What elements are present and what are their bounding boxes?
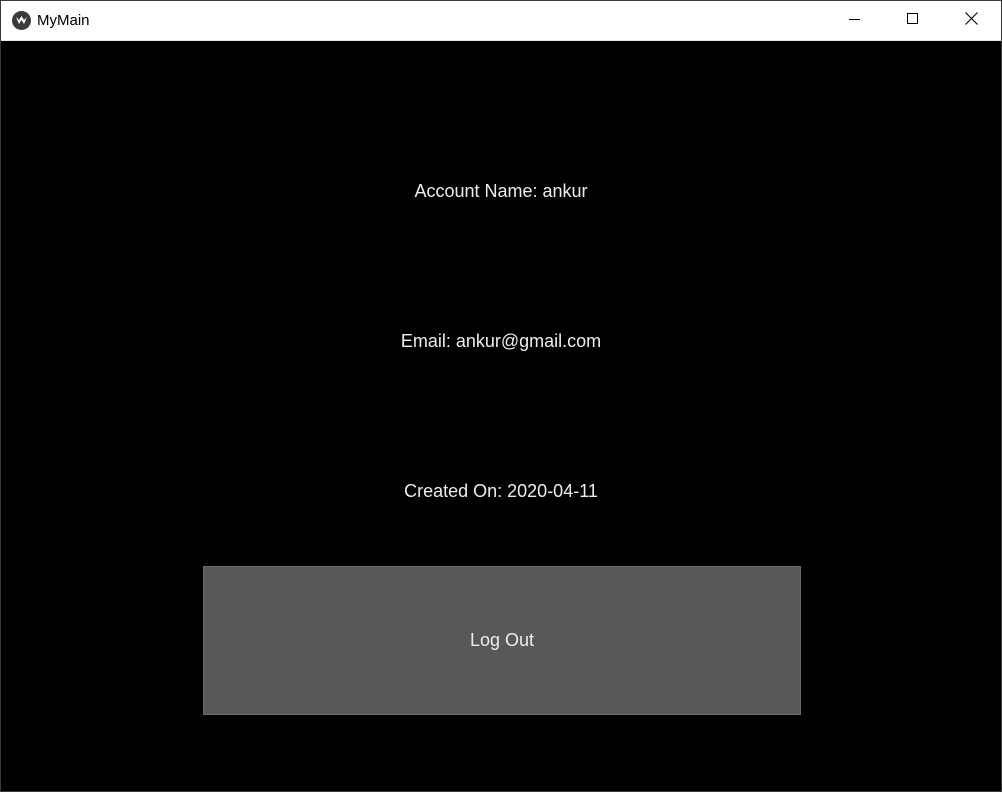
- window-title: MyMain: [37, 12, 90, 29]
- account-panel: Account Name: ankur Email: ankur@gmail.c…: [1, 41, 1001, 791]
- logout-button-label: Log Out: [469, 630, 535, 650]
- minimize-button[interactable]: [826, 1, 884, 40]
- created-on-label: Created On: 2020-04-11: [404, 481, 598, 501]
- maximize-icon: [907, 12, 919, 30]
- app-window: MyMain Account Name: ankur Email: ankur@…: [0, 0, 1002, 792]
- close-icon: [964, 11, 978, 30]
- minimize-icon: [849, 12, 861, 30]
- email-label: Email: ankur@gmail.com: [400, 331, 602, 351]
- logout-button[interactable]: Log Out: [203, 566, 801, 715]
- app-logo-icon: [12, 11, 31, 30]
- maximize-button[interactable]: [884, 1, 942, 40]
- title-bar[interactable]: MyMain: [1, 1, 1001, 41]
- close-button[interactable]: [942, 1, 1000, 40]
- account-name-label: Account Name: ankur: [414, 181, 588, 201]
